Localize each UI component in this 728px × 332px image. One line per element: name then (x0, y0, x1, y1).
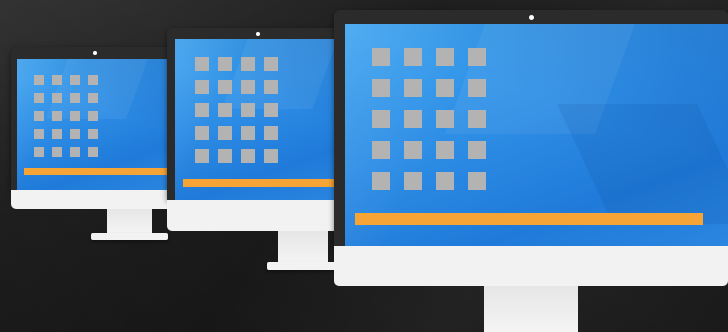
app-icon (88, 129, 98, 139)
monitor-stand-neck (278, 231, 328, 263)
app-icon (468, 172, 486, 190)
app-icon (34, 75, 44, 85)
app-icon (264, 57, 278, 71)
app-icon (264, 149, 278, 163)
app-icon (195, 57, 209, 71)
app-icon (404, 172, 422, 190)
app-icon (34, 111, 44, 121)
app-icon (88, 111, 98, 121)
app-icon (264, 103, 278, 117)
app-icon (218, 103, 232, 117)
monitor-stand-neck (484, 286, 578, 332)
monitor-chin (334, 246, 728, 286)
app-icon (218, 126, 232, 140)
app-icon (372, 79, 390, 97)
camera-dot (529, 15, 534, 20)
app-icon (70, 111, 80, 121)
app-icon (436, 110, 454, 128)
monitor-bezel (167, 28, 348, 200)
app-icon (241, 80, 255, 94)
app-icon (372, 141, 390, 159)
app-icon (404, 110, 422, 128)
app-icon (52, 75, 62, 85)
app-icon (404, 48, 422, 66)
app-icon (436, 172, 454, 190)
monitor-stand-base (91, 233, 168, 240)
app-icon (468, 110, 486, 128)
app-icon (70, 75, 80, 85)
camera-dot (255, 32, 260, 36)
app-icon (468, 48, 486, 66)
app-icon (372, 48, 390, 66)
app-icon (404, 79, 422, 97)
monitor-screen (345, 24, 728, 246)
app-icon (88, 93, 98, 103)
app-icon (195, 126, 209, 140)
taskbar (24, 168, 172, 175)
monitor-chin (167, 200, 348, 231)
app-icon (34, 129, 44, 139)
app-icon (34, 147, 44, 157)
app-icon (436, 48, 454, 66)
monitor-screen (175, 39, 348, 200)
monitor-screen (17, 59, 172, 190)
app-icon (436, 79, 454, 97)
monitor-large (334, 10, 728, 332)
app-icon (241, 149, 255, 163)
app-icon (88, 147, 98, 157)
monitor-stand-neck (107, 209, 152, 234)
app-icon (218, 149, 232, 163)
app-icon (195, 103, 209, 117)
app-icon (218, 57, 232, 71)
app-icon (70, 129, 80, 139)
app-icon (241, 57, 255, 71)
monitor-bezel (334, 10, 728, 246)
app-icon (52, 147, 62, 157)
app-icon (468, 79, 486, 97)
monitor-medium (167, 28, 348, 272)
taskbar (355, 213, 703, 225)
app-icon (372, 110, 390, 128)
app-icon (52, 93, 62, 103)
app-icon (468, 141, 486, 159)
app-icon (195, 80, 209, 94)
taskbar (183, 179, 348, 187)
app-icon (34, 93, 44, 103)
app-icon (264, 80, 278, 94)
app-icon (264, 126, 278, 140)
monitor-chin (11, 190, 178, 209)
app-icon (88, 75, 98, 85)
camera-dot (92, 51, 97, 55)
app-icon (52, 111, 62, 121)
app-icon (70, 93, 80, 103)
app-icon (52, 129, 62, 139)
app-icon (404, 141, 422, 159)
app-icon (195, 149, 209, 163)
app-icon (436, 141, 454, 159)
app-icon (218, 80, 232, 94)
app-icon (241, 126, 255, 140)
app-icon (241, 103, 255, 117)
monitor-small (11, 47, 178, 241)
monitor-bezel (11, 47, 178, 190)
app-icon (70, 147, 80, 157)
app-icon (372, 172, 390, 190)
